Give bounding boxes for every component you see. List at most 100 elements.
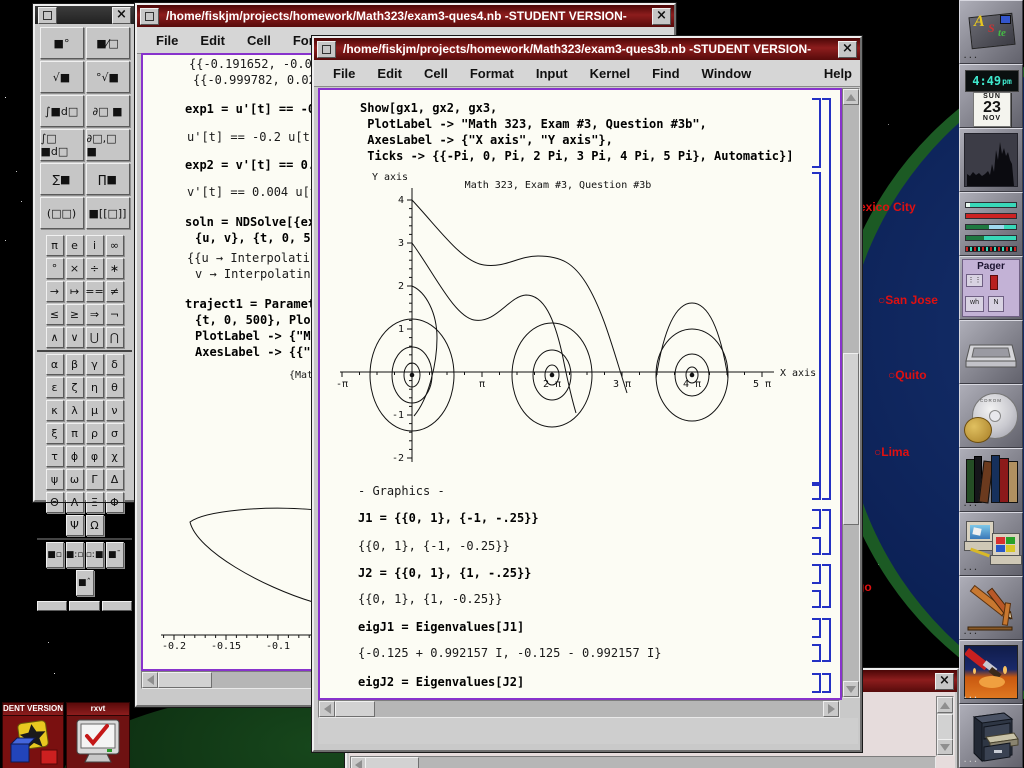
cell-bracket[interactable] — [812, 618, 821, 638]
dock-tile-afterstep-logo[interactable]: A S te ··· — [959, 0, 1023, 64]
dock-tile-clock[interactable]: 4:49pm SUN 23 NOV — [959, 64, 1023, 128]
menu-edit[interactable]: Edit — [366, 66, 413, 81]
close-button[interactable]: × — [935, 673, 954, 690]
palette-symbol-Γ[interactable]: Γ — [86, 469, 104, 490]
menu-help[interactable]: Help — [813, 66, 860, 81]
palette-symbol-Φ[interactable]: Φ — [106, 492, 124, 513]
palette-symbol-π[interactable]: π — [66, 423, 84, 444]
palette-symbol-≠[interactable]: ≠ — [106, 281, 124, 302]
palette-symbol-ζ[interactable]: ζ — [66, 377, 84, 398]
palette-symbol-Ω[interactable]: Ω — [86, 515, 104, 536]
palette-template-button-1[interactable]: ■⁄□ — [86, 27, 130, 59]
palette-symbol-ν[interactable]: ν — [106, 400, 124, 421]
palette-symbol-ξ[interactable]: ξ — [46, 423, 64, 444]
dock-tile-network[interactable]: ··· — [959, 512, 1023, 576]
pager-active-window[interactable] — [990, 275, 998, 290]
scroll-left-button[interactable] — [319, 701, 335, 717]
palette-symbol-Δ[interactable]: Δ — [106, 469, 124, 490]
cell-bracket[interactable] — [812, 590, 821, 608]
cell-bracket[interactable] — [812, 482, 821, 500]
palette-symbol-∞[interactable]: ∞ — [106, 235, 124, 256]
menu-find[interactable]: Find — [641, 66, 690, 81]
scroll-left-button[interactable] — [351, 757, 366, 768]
palette-symbol-γ[interactable]: γ — [86, 354, 104, 375]
window-menu-button[interactable] — [317, 41, 336, 58]
dock-tile-pager[interactable]: Pager ⋮⋮ wh N — [959, 256, 1023, 320]
palette-template-button-4[interactable]: ∫■d□ — [40, 95, 84, 127]
palette-script-button-4[interactable]: ■ˆ — [76, 570, 94, 596]
palette-template-button-6[interactable]: ∫□ ■d□ — [40, 129, 84, 161]
scrollbar-thumb[interactable] — [335, 701, 375, 717]
palette-template-button-7[interactable]: ∂□,□ ■ — [86, 129, 130, 161]
palette-symbol-↦[interactable]: ↦ — [66, 281, 84, 302]
palette-template-button-10[interactable]: (□□) — [40, 197, 84, 229]
scroll-up-button[interactable] — [937, 697, 953, 713]
palette-script-button-1[interactable]: ■:▫ — [66, 542, 84, 568]
vertical-scrollbar[interactable] — [842, 88, 860, 698]
palette-symbol-e[interactable]: e — [66, 235, 84, 256]
palette-symbol-τ[interactable]: τ — [46, 446, 64, 467]
scrollbar-thumb[interactable] — [365, 757, 419, 768]
palette-symbol-α[interactable]: α — [46, 354, 64, 375]
palette-symbol-β[interactable]: β — [66, 354, 84, 375]
palette-symbol-λ[interactable]: λ — [66, 400, 84, 421]
titlebar[interactable]: /home/fiskjm/projects/homework/Math323/e… — [137, 5, 674, 27]
dock-tile-paint[interactable]: ··· — [959, 640, 1023, 704]
palette-template-button-0[interactable]: ■° — [40, 27, 84, 59]
palette-symbol-∧[interactable]: ∧ — [46, 327, 64, 348]
menu-window[interactable]: Window — [691, 66, 763, 81]
cell-group-bracket[interactable] — [822, 509, 831, 555]
vertical-scrollbar[interactable] — [936, 696, 954, 756]
cell-bracket[interactable] — [812, 644, 821, 662]
menu-cell[interactable]: Cell — [413, 66, 459, 81]
cell-group-bracket[interactable] — [822, 618, 831, 662]
palette-symbol-ω[interactable]: ω — [66, 469, 84, 490]
pager-mini-window[interactable]: ⋮⋮ — [966, 274, 983, 287]
cell-bracket[interactable] — [812, 537, 821, 555]
scroll-up-button[interactable] — [843, 89, 859, 105]
cell-bracket[interactable] — [812, 673, 821, 693]
palette-symbol-Θ[interactable]: Θ — [46, 492, 64, 513]
palette-resize-bar[interactable] — [37, 601, 132, 611]
dock-tile-file-cabinet[interactable]: ··· — [959, 704, 1023, 768]
dock-tile-tray[interactable] — [959, 320, 1023, 384]
scroll-left-button[interactable] — [142, 672, 158, 688]
minimized-icon-rxvt[interactable]: rxvt — [66, 702, 130, 768]
palette-symbol-⋃[interactable]: ⋃ — [86, 327, 104, 348]
window-menu-button[interactable] — [38, 7, 57, 24]
palette-symbol-ϕ[interactable]: ϕ — [66, 446, 84, 467]
dock-tile-meters[interactable] — [959, 192, 1023, 256]
titlebar[interactable]: /home/fiskjm/projects/homework/Math323/e… — [314, 38, 860, 60]
palette-symbol-Ψ[interactable]: Ψ — [66, 515, 84, 536]
cell-group-bracket[interactable] — [822, 98, 831, 500]
palette-symbol-Λ[interactable]: Λ — [66, 492, 84, 513]
dock-tile-cdrom[interactable]: CDROM — [959, 384, 1023, 448]
close-button[interactable]: × — [652, 8, 671, 25]
menu-format[interactable]: Format — [459, 66, 525, 81]
palette-symbol-∨[interactable]: ∨ — [66, 327, 84, 348]
horizontal-scrollbar[interactable] — [318, 700, 840, 718]
menu-kernel[interactable]: Kernel — [579, 66, 641, 81]
palette-symbol-≥[interactable]: ≥ — [66, 304, 84, 325]
palette-symbol-χ[interactable]: χ — [106, 446, 124, 467]
menu-cell[interactable]: Cell — [236, 33, 282, 48]
palette-symbol-⇒[interactable]: ⇒ — [86, 304, 104, 325]
close-button[interactable]: × — [112, 7, 131, 24]
palette-symbol-Ξ[interactable]: Ξ — [86, 492, 104, 513]
scroll-down-button[interactable] — [937, 739, 953, 755]
dock-tile-books[interactable]: ··· — [959, 448, 1023, 512]
palette-symbol-¬[interactable]: ¬ — [106, 304, 124, 325]
palette-titlebar[interactable]: × — [35, 6, 134, 24]
palette-symbol-×[interactable]: × — [66, 258, 84, 279]
scrollbar-thumb[interactable] — [158, 672, 212, 688]
palette-symbol-π[interactable]: π — [46, 235, 64, 256]
menu-edit[interactable]: Edit — [189, 33, 236, 48]
palette-symbol-μ[interactable]: μ — [86, 400, 104, 421]
menu-file[interactable]: File — [322, 66, 366, 81]
pager-panel[interactable]: Pager ⋮⋮ wh N — [962, 259, 1020, 317]
palette-template-button-11[interactable]: ■[[□]] — [86, 197, 130, 229]
menu-input[interactable]: Input — [525, 66, 579, 81]
palette-symbol-δ[interactable]: δ — [106, 354, 124, 375]
palette-symbol-÷[interactable]: ÷ — [86, 258, 104, 279]
palette-symbol-°[interactable]: ° — [46, 258, 64, 279]
